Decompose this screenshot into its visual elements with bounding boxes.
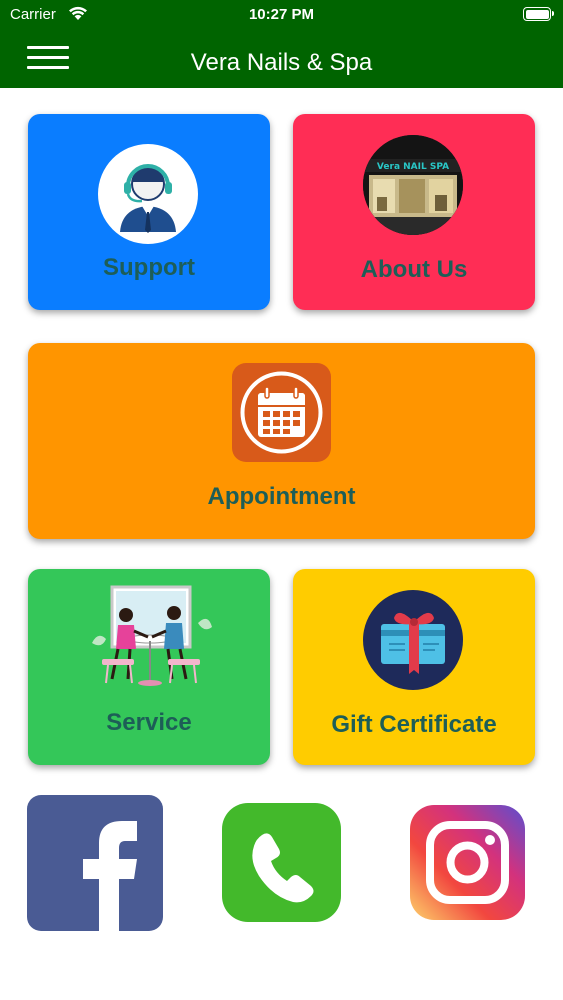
storefront-sign: Vera NAIL SPA <box>377 162 449 172</box>
facebook-button[interactable] <box>27 795 163 931</box>
support-label: Support <box>103 254 195 281</box>
support-agent-icon <box>98 144 198 244</box>
gift-certificate-label: Gift Certificate <box>331 711 497 738</box>
battery-icon <box>523 7 554 21</box>
instagram-icon <box>410 805 525 920</box>
phone-icon <box>222 803 341 922</box>
app-header: Vera Nails & Spa <box>0 30 563 88</box>
calendar-icon <box>232 363 331 462</box>
about-us-label: About Us <box>360 256 468 283</box>
support-tile[interactable]: Support <box>28 114 270 310</box>
app-title: Vera Nails & Spa <box>190 49 373 76</box>
gift-certificate-tile[interactable]: Gift Certificate <box>293 569 535 765</box>
appointment-label: Appointment <box>207 483 356 510</box>
instagram-button[interactable] <box>410 805 525 920</box>
storefront-photo: Vera NAIL SPA <box>363 135 463 235</box>
service-label: Service <box>106 709 192 736</box>
manicure-illustration <box>86 583 216 693</box>
facebook-icon <box>27 795 163 931</box>
phone-button[interactable] <box>222 803 341 922</box>
about-us-tile[interactable]: Vera NAIL SPA About Us <box>293 114 535 310</box>
service-tile[interactable]: Service <box>28 569 270 765</box>
gift-card-icon <box>363 590 463 690</box>
status-bar: Carrier 10:27 PM <box>0 0 563 30</box>
clock: 10:27 PM <box>248 6 315 23</box>
appointment-tile[interactable]: Appointment <box>28 343 535 539</box>
